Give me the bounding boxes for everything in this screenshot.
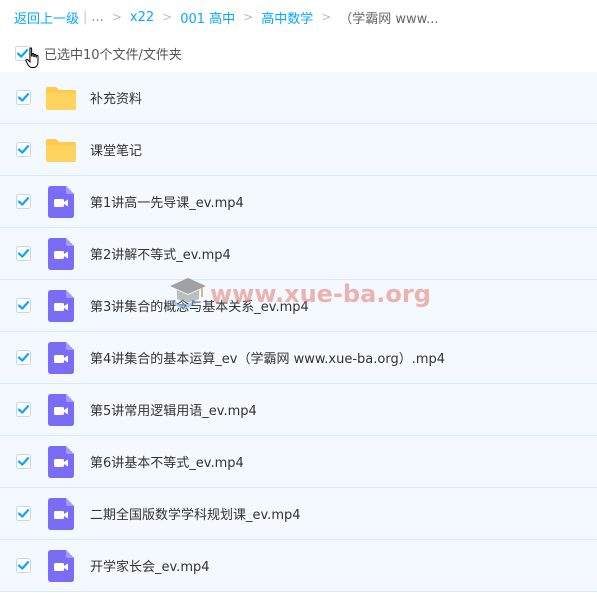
row-checkbox[interactable] [16,298,31,313]
video-file-icon [45,289,77,322]
video-file-icon [45,549,77,582]
checkbox-checked-icon [16,558,31,573]
file-name[interactable]: 补充资料 [90,88,142,107]
row-checkbox[interactable] [16,350,31,365]
video-file-icon [45,445,77,478]
file-name[interactable]: 开学家长会_ev.mp4 [90,556,210,575]
checkbox-checked-icon [16,90,31,105]
row-checkbox[interactable] [16,506,31,521]
selection-count-label: 已选中10个文件/文件夹 [44,47,182,63]
file-manager: 返回上一级 | ... > x22 > 001 高中 > 高中数学 > （学霸网… [0,0,597,593]
row-checkbox[interactable] [16,194,31,209]
row-checkbox[interactable] [16,142,31,157]
row-checkbox[interactable] [16,558,31,573]
file-row-video-6[interactable]: 第6讲基本不等式_ev.mp4 [0,436,597,488]
file-name[interactable]: 第3讲集合的概念与基本关系_ev.mp4 [90,296,309,315]
breadcrumb-item-001[interactable]: 001 高中 [180,8,235,27]
back-link[interactable]: 返回上一级 [14,8,79,27]
breadcrumb-separator: > [111,10,122,24]
row-checkbox[interactable] [16,402,31,417]
video-file-icon [45,237,77,270]
breadcrumb-ellipsis[interactable]: ... [91,10,103,25]
file-name[interactable]: 第2讲解不等式_ev.mp4 [90,244,231,263]
checkbox-checked-icon [16,350,31,365]
file-name[interactable]: 课堂笔记 [90,140,142,159]
checkbox-checked-icon [16,246,31,261]
file-row-video-2[interactable]: 第2讲解不等式_ev.mp4 [0,228,597,280]
breadcrumb: 返回上一级 | ... > x22 > 001 高中 > 高中数学 > （学霸网… [0,0,597,34]
breadcrumb-separator: > [243,10,254,24]
row-checkbox[interactable] [16,246,31,261]
checkbox-checked-icon [16,142,31,157]
file-row-video-5[interactable]: 第5讲常用逻辑用语_ev.mp4 [0,384,597,436]
file-row-video-4[interactable]: 第4讲集合的基本运算_ev（学霸网 www.xue-ba.org）.mp4 [0,332,597,384]
hand-cursor-icon [25,47,39,68]
file-row-video-8[interactable]: 开学家长会_ev.mp4 [0,540,597,592]
file-list: 补充资料 课堂笔记 第1讲高一先导课_ev.mp4 第2讲解不等式_ev.mp4… [0,72,597,592]
file-name[interactable]: 第5讲常用逻辑用语_ev.mp4 [90,400,257,419]
breadcrumb-item-x22[interactable]: x22 [130,10,154,25]
row-checkbox[interactable] [16,454,31,469]
checkbox-checked-icon [16,506,31,521]
file-row-folder-1[interactable]: 补充资料 [0,72,597,124]
checkbox-checked-icon [16,194,31,209]
checkbox-checked-icon [16,402,31,417]
file-row-folder-2[interactable]: 课堂笔记 [0,124,597,176]
file-name[interactable]: 第4讲集合的基本运算_ev（学霸网 www.xue-ba.org）.mp4 [90,348,445,367]
folder-icon [45,82,77,114]
select-all-bar: 已选中10个文件/文件夹 [0,38,597,68]
file-name[interactable]: 二期全国版数学学科规划课_ev.mp4 [90,504,301,523]
file-name[interactable]: 第6讲基本不等式_ev.mp4 [90,452,244,471]
video-file-icon [45,497,77,530]
breadcrumb-current: （学霸网 www... [339,11,439,27]
video-file-icon [45,341,77,374]
breadcrumb-separator: > [162,10,173,24]
file-row-video-1[interactable]: 第1讲高一先导课_ev.mp4 [0,176,597,228]
file-row-video-7[interactable]: 二期全国版数学学科规划课_ev.mp4 [0,488,597,540]
file-name[interactable]: 第1讲高一先导课_ev.mp4 [90,192,244,211]
file-row-video-3[interactable]: 第3讲集合的概念与基本关系_ev.mp4 [0,280,597,332]
checkbox-checked-icon [16,298,31,313]
breadcrumb-separator: > [321,10,332,24]
video-file-icon [45,185,77,218]
row-checkbox[interactable] [16,90,31,105]
breadcrumb-item-math[interactable]: 高中数学 [261,8,313,27]
folder-icon [45,134,77,166]
checkbox-checked-icon [16,454,31,469]
video-file-icon [45,393,77,426]
breadcrumb-divider: | [83,9,88,25]
